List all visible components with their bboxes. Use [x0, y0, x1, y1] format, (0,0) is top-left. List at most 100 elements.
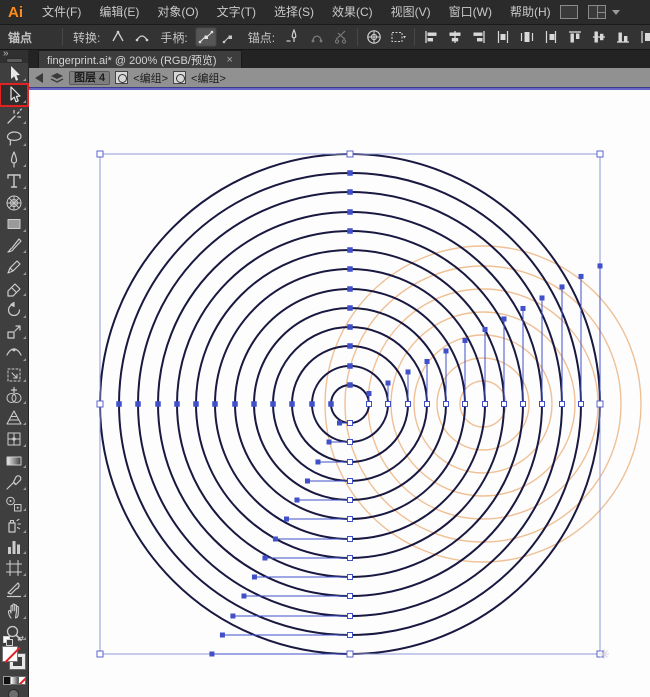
- mesh-tool[interactable]: [0, 428, 28, 450]
- pencil-tool[interactable]: [0, 256, 28, 278]
- artboard-tool[interactable]: [0, 557, 28, 579]
- delete-anchor-icon[interactable]: [282, 27, 304, 47]
- menu-item-对象[interactable]: 对象(O): [148, 0, 207, 25]
- convert-corner-icon[interactable]: [107, 27, 129, 47]
- group-thumbnail-icon[interactable]: [173, 71, 186, 84]
- lasso-tool-icon: [4, 128, 24, 148]
- workspace-switcher-icon[interactable]: [588, 5, 606, 19]
- convert-smooth-icon[interactable]: [131, 27, 153, 47]
- distribute-h-space-icon[interactable]: [636, 27, 650, 47]
- blend-tool[interactable]: [0, 493, 28, 515]
- none-button[interactable]: [19, 676, 26, 685]
- canvas[interactable]: [29, 90, 650, 697]
- column-graph-tool-icon: [4, 537, 24, 557]
- cut-path-icon[interactable]: [330, 27, 352, 47]
- type-tool[interactable]: [0, 170, 28, 192]
- anchor-buttons: [281, 27, 353, 47]
- eyedropper-tool[interactable]: [0, 471, 28, 493]
- rectangle-tool-icon: [4, 214, 24, 234]
- width-tool-icon: [4, 343, 24, 363]
- align-h-center-icon[interactable]: [444, 27, 466, 47]
- distribute-right-icon[interactable]: [540, 27, 562, 47]
- menu-item-窗口[interactable]: 窗口(W): [440, 0, 501, 25]
- rectangle-tool[interactable]: [0, 213, 28, 235]
- magic-wand-tool-icon: [4, 107, 24, 127]
- scale-tool[interactable]: [0, 321, 28, 343]
- toolbar-bottom-controls: ⇄: [0, 643, 28, 697]
- breadcrumb-layer[interactable]: 图层 4: [69, 71, 110, 85]
- convert-label: 转换:: [67, 29, 106, 46]
- rotate-tool[interactable]: [0, 299, 28, 321]
- handle-buttons: [194, 27, 242, 47]
- back-arrow-icon[interactable]: [35, 73, 43, 83]
- separator: [357, 28, 358, 46]
- fill-swatch-none[interactable]: [2, 646, 18, 662]
- color-button[interactable]: [3, 676, 11, 685]
- anchor-mode-label: 锚点: [0, 29, 58, 46]
- menu-item-效果[interactable]: 效果(C): [323, 0, 382, 25]
- tools-panel: » ⇄: [0, 50, 29, 697]
- document-tab[interactable]: fingerprint.ai* @ 200% (RGB/预览) ×: [38, 50, 242, 68]
- scale-tool-icon: [4, 322, 24, 342]
- symbol-sprayer-tool[interactable]: [0, 514, 28, 536]
- align-bottom-icon[interactable]: [612, 27, 634, 47]
- paintbrush-tool[interactable]: [0, 235, 28, 257]
- select-similar-icon[interactable]: [387, 27, 409, 47]
- separator: [414, 28, 415, 46]
- hide-handles-icon[interactable]: [219, 27, 241, 47]
- align-top-icon[interactable]: [564, 27, 586, 47]
- width-tool[interactable]: [0, 342, 28, 364]
- breadcrumb-group2[interactable]: <编组>: [191, 70, 226, 86]
- hand-tool-icon: [4, 601, 24, 621]
- separator: [62, 28, 63, 46]
- isolate-object-icon[interactable]: [363, 27, 385, 47]
- menu-item-编辑[interactable]: 编辑(E): [90, 0, 148, 25]
- menu-item-文字[interactable]: 文字(T): [208, 0, 265, 25]
- convert-buttons: [106, 27, 154, 47]
- chevron-down-icon: [612, 10, 620, 15]
- menu-item-视图[interactable]: 视图(V): [382, 0, 440, 25]
- menu-item-文件[interactable]: 文件(F): [33, 0, 90, 25]
- menu-item-帮助[interactable]: 帮助(H): [501, 0, 560, 25]
- slice-tool[interactable]: [0, 579, 28, 601]
- shape-builder-tool-icon: [4, 386, 24, 406]
- magic-wand-tool[interactable]: [0, 106, 28, 128]
- default-fill-stroke-icon[interactable]: [3, 636, 10, 643]
- direct-selection-tool[interactable]: [0, 84, 28, 106]
- gradient-tool[interactable]: [0, 450, 28, 472]
- align-v-center-icon[interactable]: [588, 27, 610, 47]
- perspective-grid-tool[interactable]: [0, 407, 28, 429]
- selection-tool[interactable]: [0, 63, 28, 85]
- show-handles-icon[interactable]: [195, 27, 217, 47]
- pen-tool[interactable]: [0, 149, 28, 171]
- shape-builder-tool[interactable]: [0, 385, 28, 407]
- distribute-h-center-icon[interactable]: [516, 27, 538, 47]
- menu-item-选择[interactable]: 选择(S): [265, 0, 323, 25]
- column-graph-tool[interactable]: [0, 536, 28, 558]
- arrange-documents-icon[interactable]: [560, 5, 578, 19]
- tool-list: [0, 63, 28, 644]
- fill-stroke-mini: ⇄: [2, 635, 27, 644]
- illustrator-window: Ai 文件(F)编辑(E)对象(O)文字(T)选择(S)效果(C)视图(V)窗口…: [0, 0, 650, 697]
- tools-panel-header[interactable]: »: [0, 50, 28, 63]
- breadcrumb-group1[interactable]: <编组>: [133, 70, 168, 86]
- perspective-grid-tool-icon: [4, 408, 24, 428]
- gradient-button[interactable]: [11, 676, 18, 685]
- free-transform-tool[interactable]: [0, 364, 28, 386]
- eraser-tool[interactable]: [0, 278, 28, 300]
- hand-tool[interactable]: [0, 600, 28, 622]
- paintbrush-tool-icon: [4, 236, 24, 256]
- polar-grid-tool[interactable]: [0, 192, 28, 214]
- group-thumbnail-icon[interactable]: [115, 71, 128, 84]
- draw-mode-button[interactable]: [8, 689, 19, 697]
- canvas-artwork[interactable]: [29, 90, 650, 697]
- swap-fill-stroke-icon[interactable]: ⇄: [17, 635, 24, 643]
- artboard-tool-icon: [4, 558, 24, 578]
- pen-tool-icon: [4, 150, 24, 170]
- align-left-icon[interactable]: [420, 27, 442, 47]
- connect-endpoints-icon[interactable]: [306, 27, 328, 47]
- lasso-tool[interactable]: [0, 127, 28, 149]
- align-right-icon[interactable]: [468, 27, 490, 47]
- close-icon[interactable]: ×: [227, 54, 233, 66]
- distribute-left-icon[interactable]: [492, 27, 514, 47]
